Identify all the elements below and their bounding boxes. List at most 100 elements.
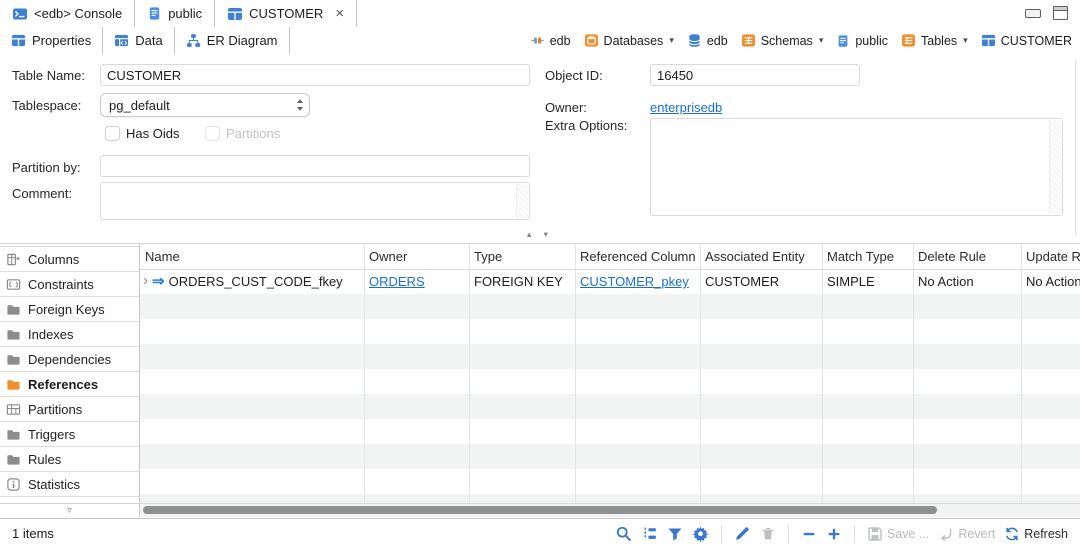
scrollbar-thumb[interactable] [143, 506, 937, 514]
tab-label: CUSTOMER [249, 6, 323, 21]
row-expander-icon[interactable]: › [143, 274, 148, 288]
comment-textarea[interactable] [100, 182, 530, 220]
column-header-delete-rule[interactable]: Delete Rule [913, 249, 1021, 264]
sidebar-item-references[interactable]: References [0, 372, 139, 397]
partition-by-input[interactable] [100, 155, 530, 177]
column-header-owner[interactable]: Owner [364, 249, 469, 264]
sidebar-scroll-down[interactable]: ▿ [0, 503, 139, 517]
er-diagram-icon [186, 33, 201, 48]
minus-icon [801, 526, 817, 542]
revert-icon [938, 526, 954, 542]
column-header-type[interactable]: Type [469, 249, 575, 264]
search-icon [615, 525, 632, 542]
object-id-input[interactable] [650, 64, 860, 86]
stepper-arrows-icon [291, 97, 309, 113]
constraints-icon [6, 277, 21, 292]
extra-options-textarea[interactable] [650, 118, 1063, 216]
folder-icon [6, 352, 21, 367]
breadcrumb-schemas[interactable]: Schemas ▾ [741, 33, 824, 48]
breadcrumb-table-customer[interactable]: CUSTOMER [981, 33, 1072, 48]
table-toolbar: Save ... Revert Refresh [615, 525, 1068, 543]
horizontal-scrollbar[interactable] [140, 503, 1080, 517]
add-row-button[interactable] [826, 526, 842, 542]
pane-scrollbar-track[interactable] [1075, 60, 1076, 235]
table-header-row: Name Owner Type Referenced Column Associ… [140, 243, 1080, 270]
save-label: Save ... [887, 527, 929, 541]
folder-icon [6, 377, 21, 392]
close-icon[interactable]: × [335, 6, 344, 21]
has-oids-checkbox[interactable] [105, 126, 120, 141]
tablespace-value: pg_default [101, 98, 291, 113]
partitions-option: Partitions [205, 126, 280, 141]
tablespace-label: Tablespace: [12, 98, 81, 113]
revert-button[interactable]: Revert [938, 526, 995, 542]
sidebar-item-constraints[interactable]: Constraints [0, 272, 139, 297]
editor-tab-bar: <edb> Console public CUSTOMER × [0, 0, 1080, 28]
textarea-scrollbar[interactable] [516, 184, 528, 218]
column-header-name[interactable]: Name [140, 249, 364, 264]
tab-label: public [168, 6, 202, 21]
maximize-icon[interactable] [1053, 6, 1068, 20]
breadcrumb-databases[interactable]: Databases ▾ [584, 33, 674, 48]
sidebar-item-columns[interactable]: Columns [0, 246, 139, 272]
tab-public[interactable]: public [135, 0, 215, 27]
revert-label: Revert [958, 527, 995, 541]
sidebar-item-dependencies[interactable]: Dependencies [0, 347, 139, 372]
chevron-down-icon[interactable]: ▾ [963, 35, 968, 46]
tab-properties[interactable]: Properties [0, 27, 103, 55]
table-name-input[interactable] [100, 64, 530, 86]
trash-icon [760, 526, 776, 542]
pane-splitter-handle[interactable]: ▴ ▾ [516, 229, 564, 240]
tab-data[interactable]: Data [103, 27, 174, 54]
textarea-scrollbar[interactable] [1049, 120, 1061, 214]
sidebar-item-partitions[interactable]: Partitions [0, 397, 139, 422]
breadcrumb-schema-public[interactable]: public [836, 34, 888, 48]
table-row[interactable]: › ⇒ ORDERS_CUST_CODE_fkey ORDERS FOREIGN… [140, 269, 1080, 294]
tab-label: <edb> Console [34, 6, 122, 21]
tables-icon [901, 33, 916, 48]
has-oids-label: Has Oids [126, 126, 179, 141]
tablespace-select[interactable]: pg_default [100, 93, 310, 117]
tab-customer[interactable]: CUSTOMER × [215, 0, 357, 28]
save-button[interactable]: Save ... [867, 526, 929, 542]
database-cylinder-icon [687, 33, 702, 48]
remove-row-button[interactable] [801, 526, 817, 542]
owner-table-link[interactable]: ORDERS [369, 274, 425, 289]
column-header-update-rule[interactable]: Update Rule [1021, 249, 1080, 264]
sidebar-item-triggers[interactable]: Triggers [0, 422, 139, 447]
breadcrumb-database-edb[interactable]: edb [687, 33, 728, 48]
owner-link[interactable]: enterprisedb [650, 100, 722, 115]
settings-button[interactable] [692, 525, 709, 542]
partitions-icon [6, 402, 21, 417]
file-icon [836, 34, 850, 48]
column-header-referenced-column[interactable]: Referenced Column [575, 249, 700, 264]
cell-owner: ORDERS [364, 274, 469, 289]
refresh-button[interactable]: Refresh [1004, 526, 1068, 542]
breadcrumb-tables[interactable]: Tables ▾ [901, 33, 968, 48]
column-header-associated-entity[interactable]: Associated Entity [700, 249, 822, 264]
chevron-down-icon[interactable]: ▾ [669, 35, 674, 46]
breadcrumb-connection[interactable]: edb [530, 33, 571, 48]
tab-er-diagram[interactable]: ER Diagram [175, 27, 290, 54]
sidebar-item-rules[interactable]: Rules [0, 447, 139, 472]
filter-button[interactable] [667, 526, 683, 542]
minimize-icon[interactable] [1025, 9, 1041, 18]
window-controls [1025, 6, 1068, 20]
delete-button[interactable] [760, 526, 776, 542]
has-oids-option: Has Oids [105, 126, 179, 141]
column-header-match-type[interactable]: Match Type [822, 249, 913, 264]
referenced-column-link[interactable]: CUSTOMER_pkey [580, 274, 689, 289]
tab-edb-console[interactable]: <edb> Console [0, 0, 135, 27]
edit-button[interactable] [734, 525, 751, 542]
search-button[interactable] [615, 525, 632, 542]
chevron-down-icon[interactable]: ▾ [819, 35, 824, 46]
foreign-key-icon: ⇒ [152, 274, 165, 289]
sidebar-item-statistics[interactable]: Statistics [0, 472, 139, 497]
status-bar: 1 items Save ... Revert Refresh [0, 518, 1080, 548]
cell-name: › ⇒ ORDERS_CUST_CODE_fkey [140, 274, 364, 289]
sidebar-item-foreign-keys[interactable]: Foreign Keys [0, 297, 139, 322]
sidebar-item-indexes[interactable]: Indexes [0, 322, 139, 347]
configure-columns-button[interactable] [641, 525, 658, 542]
properties-table-icon [11, 33, 26, 48]
cell-type: FOREIGN KEY [469, 274, 575, 289]
